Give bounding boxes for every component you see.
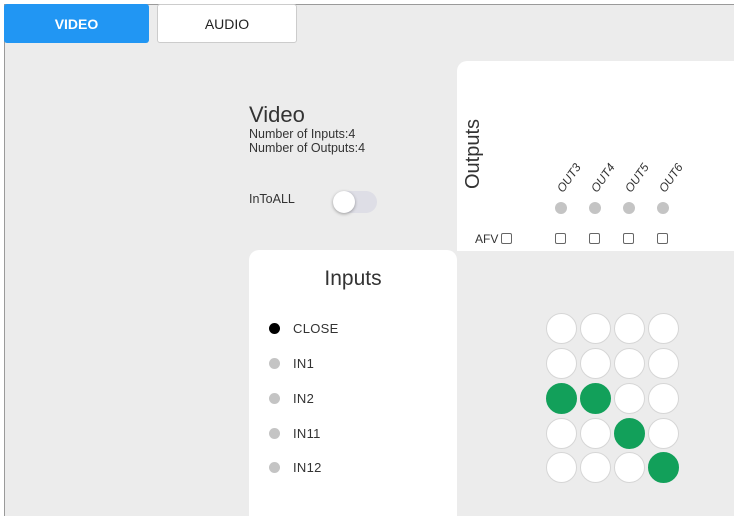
output-label-out6: OUT6 [656,160,686,196]
input-status-dot [269,358,280,369]
afv-checkbox-out6[interactable] [657,233,668,244]
crosspoint-in2-out4[interactable] [580,383,611,414]
output-indicator-out3 [555,202,567,214]
input-label: CLOSE [293,321,339,336]
video-info: Video Number of Inputs:4 Number of Outpu… [249,102,366,156]
crosspoint-in11-out4[interactable] [580,418,611,449]
outputs-title: Outputs [462,118,484,189]
output-indicator-out4 [589,202,601,214]
into-all-row: InToALL [249,191,377,213]
crosspoint-close-out6[interactable] [648,313,679,344]
input-status-dot [269,428,280,439]
afv-label: AFV [475,232,499,246]
inputs-count: Number of Inputs:4 [249,127,356,141]
crosspoint-in11-out6[interactable] [648,418,679,449]
crosspoint-in12-out5[interactable] [614,452,645,483]
crosspoint-close-out4[interactable] [580,313,611,344]
crosspoint-close-out3[interactable] [546,313,577,344]
tab-audio[interactable]: AUDIO [157,4,297,43]
crosspoint-in1-out5[interactable] [614,348,645,379]
crosspoint-in2-out6[interactable] [648,383,679,414]
input-status-dot [269,462,280,473]
crosspoint-in1-out4[interactable] [580,348,611,379]
outputs-panel: Outputs AFV OUT3 OUT4 OUT5 OUT6 [457,61,734,251]
output-label-out4: OUT4 [588,160,618,196]
toggle-knob [333,191,355,213]
input-label: IN1 [293,356,315,371]
crosspoint-in1-out3[interactable] [546,348,577,379]
input-status-dot [269,323,280,334]
crosspoint-in11-out3[interactable] [546,418,577,449]
into-all-label: InToALL [249,192,295,206]
input-item-in11[interactable]: IN11 [269,426,321,441]
into-all-toggle[interactable] [333,191,377,213]
crosspoint-in12-out6[interactable] [648,452,679,483]
crosspoint-in11-out5[interactable] [614,418,645,449]
output-label-out5: OUT5 [622,160,652,196]
crosspoint-in12-out3[interactable] [546,452,577,483]
afv-checkbox-out3[interactable] [555,233,566,244]
crosspoint-in2-out3[interactable] [546,383,577,414]
input-item-in12[interactable]: IN12 [269,460,322,475]
outputs-count: Number of Outputs:4 [249,141,366,155]
crosspoint-in12-out4[interactable] [580,452,611,483]
input-status-dot [269,393,280,404]
crosspoint-in2-out5[interactable] [614,383,645,414]
input-label: IN2 [293,391,315,406]
output-indicator-out6 [657,202,669,214]
output-indicator-out5 [623,202,635,214]
input-item-close[interactable]: CLOSE [269,321,339,336]
afv-checkbox-out5[interactable] [623,233,634,244]
inputs-title: Inputs [324,267,382,290]
crosspoint-in1-out6[interactable] [648,348,679,379]
section-title: Video [249,102,305,127]
tab-video[interactable]: VIDEO [4,4,149,43]
input-label: IN11 [293,426,321,441]
input-item-in1[interactable]: IN1 [269,356,314,371]
crosspoint-close-out5[interactable] [614,313,645,344]
input-label: IN12 [293,460,322,475]
afv-all-checkbox[interactable] [501,233,512,244]
output-label-out3: OUT3 [554,160,584,196]
afv-checkbox-out4[interactable] [589,233,600,244]
inputs-panel: Inputs CLOSE IN1 IN2 IN11 IN12 [249,250,457,516]
input-item-in2[interactable]: IN2 [269,391,314,406]
